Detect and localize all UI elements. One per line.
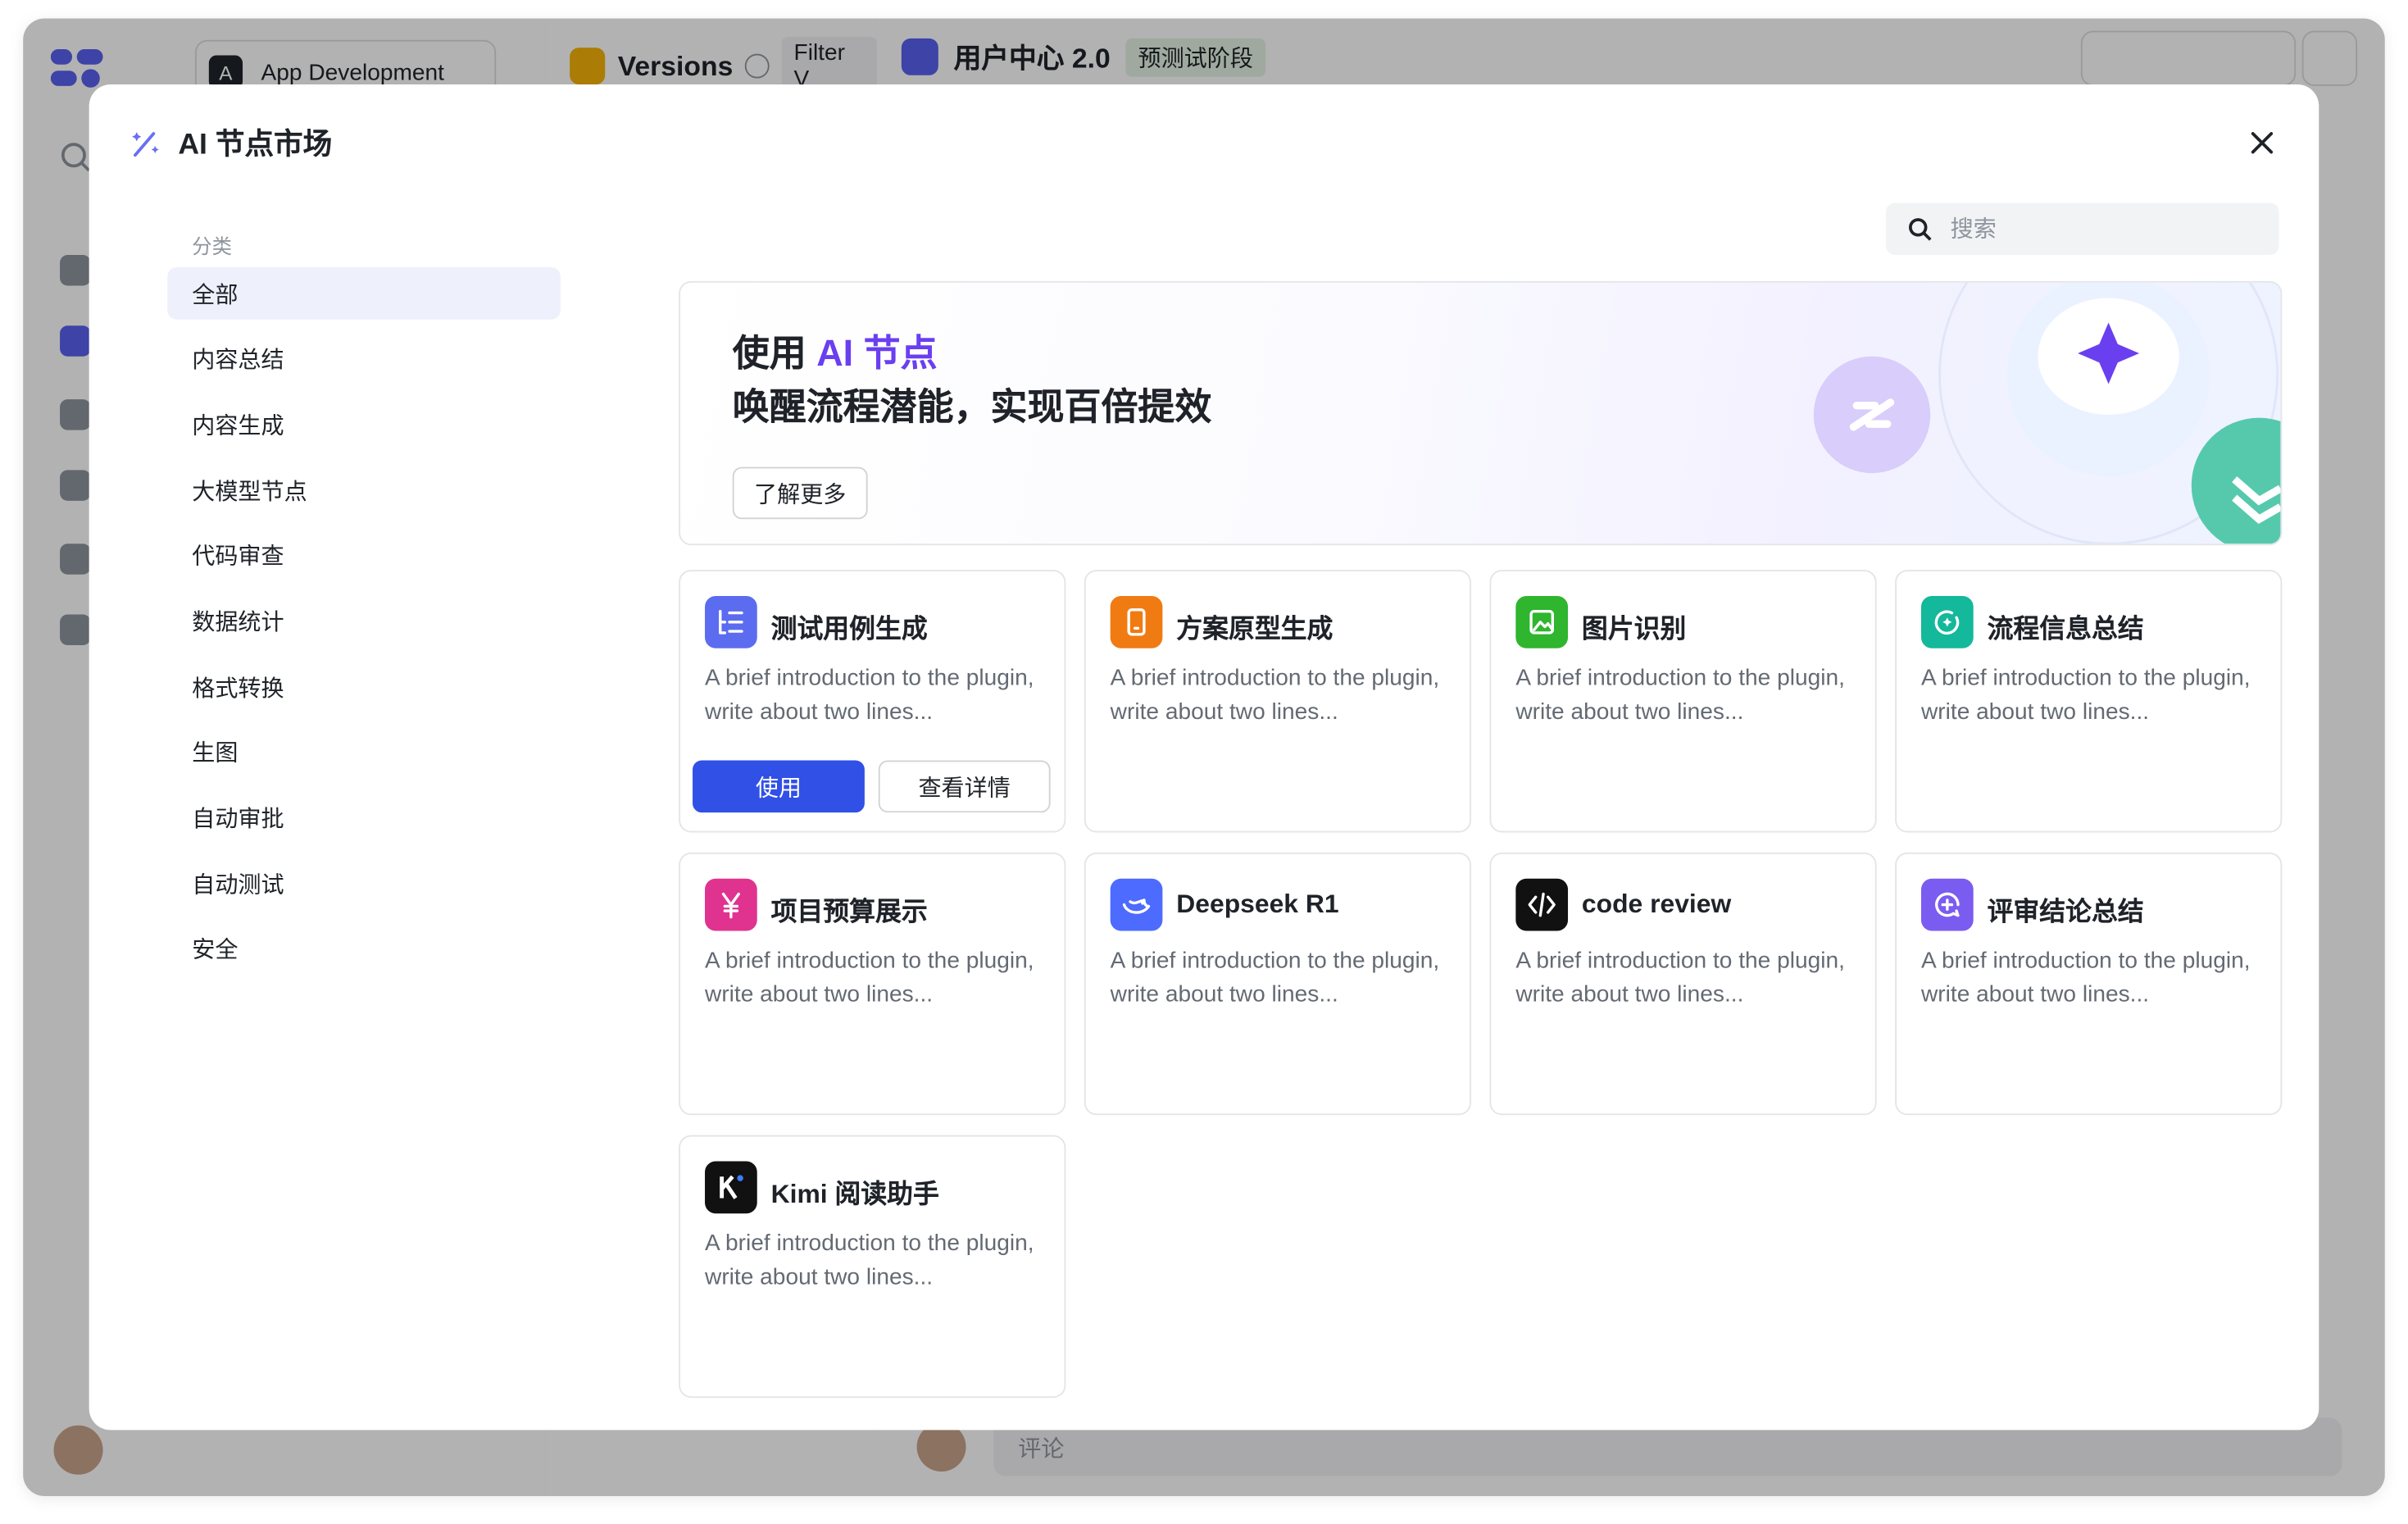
node-card[interactable]: Kimi 阅读助手 A brief introduction to the plu…	[679, 1135, 1066, 1399]
node-card-description: A brief introduction to the plugin, writ…	[1110, 665, 1440, 726]
banner-illustration	[1813, 282, 2281, 544]
category-list: 全部内容总结内容生成大模型节点代码审查数据统计格式转换生图自动审批自动测试安全	[167, 267, 561, 989]
node-card-description: A brief introduction to the plugin, writ…	[705, 665, 1034, 726]
node-card-title: 方案原型生成	[1176, 614, 1333, 644]
node-card[interactable]: 测试用例生成 A brief introduction to the plugin…	[679, 570, 1066, 833]
category-heading: 分类	[192, 234, 232, 258]
node-card-description: A brief introduction to the plugin, writ…	[1920, 665, 2251, 726]
node-card-description: A brief introduction to the plugin, writ…	[705, 948, 1034, 1008]
modal-title: AI 节点市场	[178, 129, 333, 161]
image-icon	[1515, 595, 1569, 648]
node-card-title: 测试用例生成	[770, 614, 928, 644]
node-card-description: A brief introduction to the plugin, writ…	[705, 1230, 1034, 1290]
node-card-title: 评审结论总结	[1987, 897, 2144, 926]
node-card[interactable]: 评审结论总结 A brief introduction to the plugin…	[1895, 852, 2283, 1116]
banner-headline: 使用 AI 节点	[733, 322, 938, 376]
category-item[interactable]: 自动测试	[167, 858, 561, 910]
category-item[interactable]: 内容生成	[167, 398, 561, 451]
node-card[interactable]: code review A brief introduction to the p…	[1489, 852, 1877, 1116]
node-card[interactable]: 流程信息总结 A brief introduction to the plugin…	[1895, 570, 2283, 833]
banner-subheadline: 唤醒流程潜能，实现百倍提效	[732, 387, 1212, 429]
category-item[interactable]: 格式转换	[167, 661, 561, 713]
yen-icon	[705, 878, 757, 931]
search-box[interactable]	[1885, 202, 2279, 256]
category-item[interactable]: 大模型节点	[167, 464, 561, 516]
ai-node-market-modal: AI 节点市场 分类 全部内容总结内容生成大模型节点代码审查数据统计格式转换生图…	[89, 84, 2319, 1431]
use-button[interactable]: 使用	[693, 760, 865, 813]
node-card-title: Deepseek R1	[1176, 889, 1339, 919]
code-icon	[1515, 878, 1569, 931]
category-item[interactable]: 安全	[167, 923, 561, 976]
search-icon	[1909, 218, 1932, 241]
node-card[interactable]: 项目预算展示 A brief introduction to the plugin…	[679, 852, 1066, 1116]
close-icon[interactable]	[2245, 126, 2279, 160]
sparkle-refresh-icon	[1920, 595, 1974, 648]
category-item[interactable]: 全部	[167, 267, 561, 320]
category-item[interactable]: 生图	[167, 726, 561, 779]
banner-headline-highlight: AI 节点	[816, 333, 938, 375]
search-input[interactable]	[1947, 214, 2261, 243]
node-card-title: Kimi 阅读助手	[770, 1180, 939, 1209]
chat-plus-icon	[1920, 878, 1974, 931]
whale-icon	[1110, 878, 1163, 931]
node-card-description: A brief introduction to the plugin, writ…	[1110, 948, 1440, 1008]
phone-icon	[1110, 595, 1163, 648]
node-card-title: 图片识别	[1581, 614, 1687, 644]
promo-banner: 使用 AI 节点 唤醒流程潜能，实现百倍提效 了解更多	[679, 280, 2283, 546]
category-item[interactable]: 内容总结	[167, 333, 561, 385]
node-card-title: code review	[1581, 889, 1732, 919]
kimi-icon	[705, 1161, 757, 1214]
banner-headline-prefix: 使用	[732, 333, 817, 375]
view-details-button[interactable]: 查看详情	[878, 760, 1051, 813]
node-card[interactable]: Deepseek R1 A brief introduction to the p…	[1084, 852, 1472, 1116]
modal-header: AI 节点市场	[129, 121, 332, 163]
node-card[interactable]: 图片识别 A brief introduction to the plugin, …	[1489, 570, 1877, 833]
node-card-title: 流程信息总结	[1987, 614, 2144, 644]
node-card-description: A brief introduction to the plugin, writ…	[1515, 948, 1845, 1008]
learn-more-button[interactable]: 了解更多	[732, 466, 868, 520]
magic-wand-icon	[132, 131, 159, 157]
checklist-icon	[705, 595, 757, 648]
node-card[interactable]: 方案原型生成 A brief introduction to the plugin…	[1084, 570, 1472, 833]
category-item[interactable]: 数据统计	[167, 595, 561, 648]
node-card-description: A brief introduction to the plugin, writ…	[1515, 665, 1845, 726]
node-card-description: A brief introduction to the plugin, writ…	[1920, 948, 2251, 1008]
category-item[interactable]: 自动审批	[167, 792, 561, 844]
category-item[interactable]: 代码审查	[167, 530, 561, 582]
node-card-title: 项目预算展示	[770, 897, 928, 926]
